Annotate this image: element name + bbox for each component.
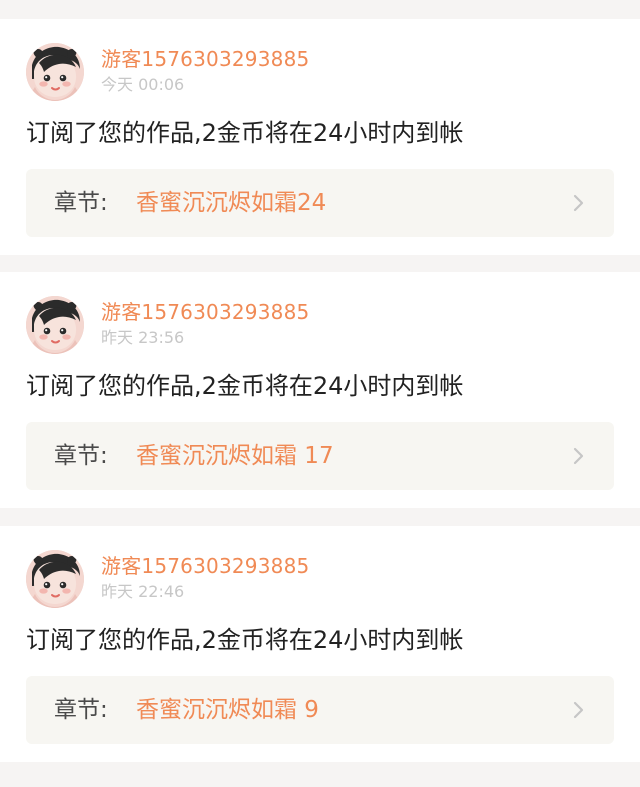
- notification-header: 游客1576303293885 今天 00:06: [26, 43, 614, 103]
- username[interactable]: 游客1576303293885: [101, 554, 309, 578]
- notification-message: 订阅了您的作品,2金币将在24小时内到帐: [26, 119, 464, 147]
- chapter-label: 章节:: [54, 443, 108, 469]
- chevron-right-icon: [573, 194, 584, 212]
- notification-card[interactable]: 游客1576303293885 昨天 22:46 订阅了您的作品,2金币将在24…: [0, 526, 640, 762]
- notification-header: 游客1576303293885 昨天 23:56: [26, 296, 614, 356]
- chapter-link[interactable]: 章节: 香蜜沉沉烬如霜 9: [26, 676, 614, 744]
- avatar[interactable]: [26, 550, 84, 608]
- chevron-right-icon: [573, 447, 584, 465]
- avatar[interactable]: [26, 296, 84, 354]
- chevron-right-icon: [573, 701, 584, 719]
- chapter-label: 章节:: [54, 697, 108, 723]
- notification-header: 游客1576303293885 昨天 22:46: [26, 550, 614, 610]
- timestamp: 今天 00:06: [101, 75, 185, 94]
- avatar[interactable]: [26, 43, 84, 101]
- timestamp: 昨天 23:56: [101, 328, 185, 347]
- chapter-title: 香蜜沉沉烬如霜 17: [136, 443, 334, 469]
- notification-message: 订阅了您的作品,2金币将在24小时内到帐: [26, 626, 464, 654]
- chapter-title: 香蜜沉沉烬如霜 9: [136, 697, 319, 723]
- username[interactable]: 游客1576303293885: [101, 47, 309, 71]
- notification-card[interactable]: 游客1576303293885 今天 00:06 订阅了您的作品,2金币将在24…: [0, 19, 640, 255]
- notification-feed: 游客1576303293885 今天 00:06 订阅了您的作品,2金币将在24…: [0, 0, 640, 787]
- chapter-title: 香蜜沉沉烬如霜24: [136, 190, 327, 216]
- avatar-illustration: [26, 296, 84, 354]
- chapter-link[interactable]: 章节: 香蜜沉沉烬如霜 17: [26, 422, 614, 490]
- username[interactable]: 游客1576303293885: [101, 300, 309, 324]
- timestamp: 昨天 22:46: [101, 582, 185, 601]
- notification-card[interactable]: 游客1576303293885 昨天 23:56 订阅了您的作品,2金币将在24…: [0, 272, 640, 508]
- chapter-label: 章节:: [54, 190, 108, 216]
- notification-message: 订阅了您的作品,2金币将在24小时内到帐: [26, 372, 464, 400]
- avatar-illustration: [26, 43, 84, 101]
- chapter-link[interactable]: 章节: 香蜜沉沉烬如霜24: [26, 169, 614, 237]
- avatar-illustration: [26, 550, 84, 608]
